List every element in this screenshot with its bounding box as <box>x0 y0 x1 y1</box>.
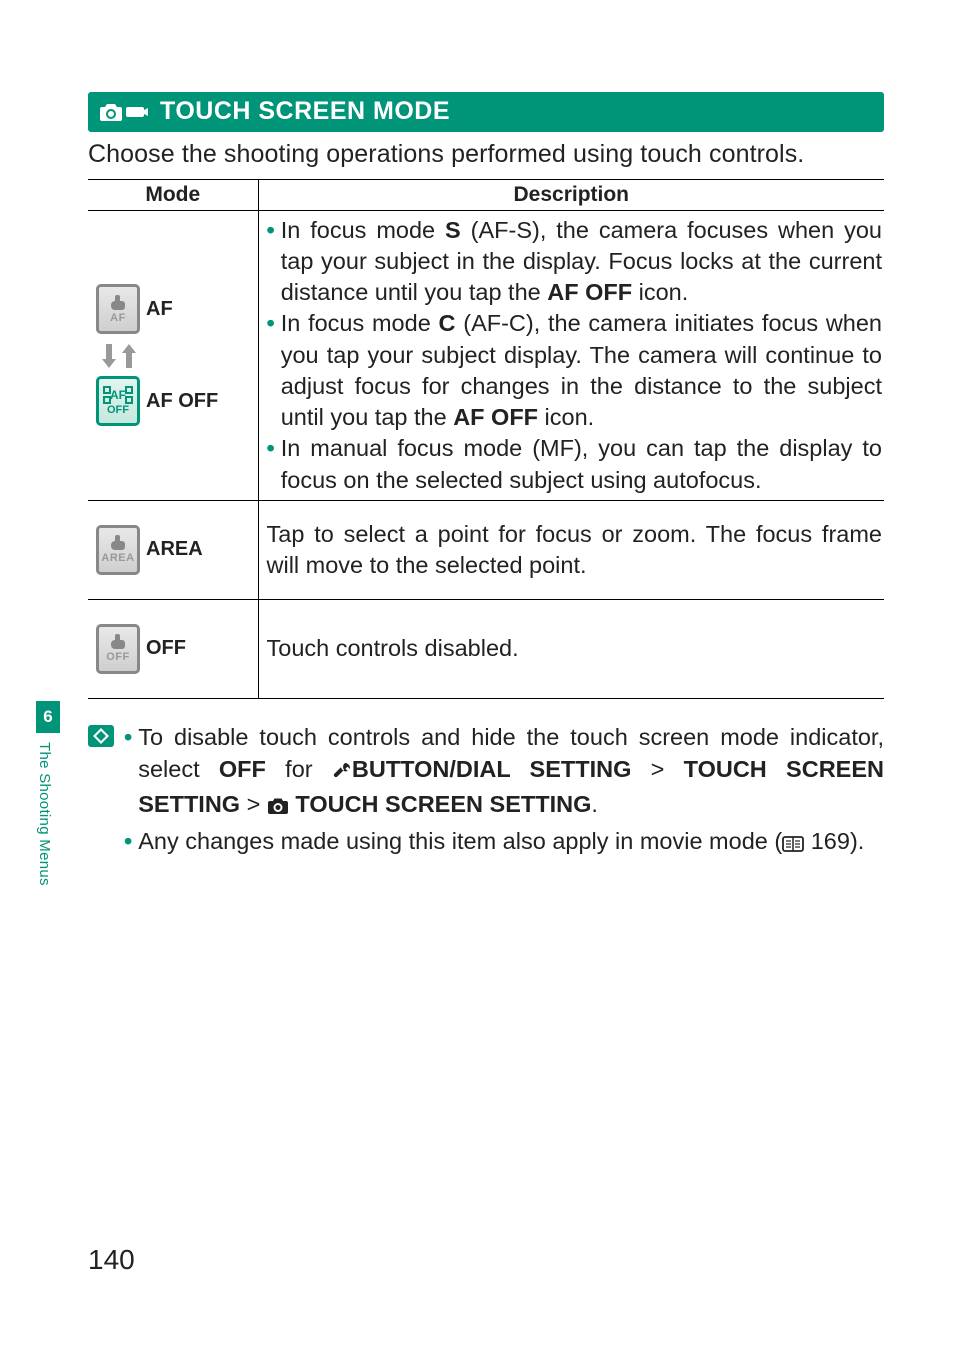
th-description: Description <box>258 179 884 210</box>
wrench-icon <box>332 755 352 787</box>
desc-cell-off: Touch controls disabled. <box>258 599 884 698</box>
table-row: AF AF AF OFF <box>88 210 884 500</box>
table-row: AREA AREA Tap to select a point for focu… <box>88 500 884 599</box>
page-number: 140 <box>88 1244 135 1276</box>
touch-af-icon: AF <box>96 284 140 334</box>
mode-table: Mode Description AF AF <box>88 179 884 699</box>
note-diamond-icon <box>88 725 114 747</box>
camera-icon <box>99 102 123 122</box>
chapter-label: The Shooting Menus <box>36 736 53 886</box>
th-mode: Mode <box>88 179 258 210</box>
desc-cell-af: •In focus mode S (AF-S), the camera focu… <box>258 210 884 500</box>
chapter-tab: 6 <box>36 701 60 733</box>
swap-arrows-icon <box>100 344 258 368</box>
section-heading: TOUCH SCREEN MODE <box>88 92 884 132</box>
desc-cell-area: Tap to select a point for focus or zoom.… <box>258 500 884 599</box>
camera-icon <box>267 791 289 823</box>
table-row: OFF OFF Touch controls disabled. <box>88 599 884 698</box>
mode-label: OFF <box>146 637 186 660</box>
mode-label: AF <box>146 298 173 321</box>
touch-afoff-icon: AF OFF <box>96 376 140 426</box>
movie-icon <box>126 102 150 122</box>
touch-area-icon: AREA <box>96 525 140 575</box>
mode-cell-area: AREA AREA <box>88 500 258 599</box>
intro-text: Choose the shooting operations performed… <box>88 138 884 171</box>
mode-cell-af: AF AF AF OFF <box>88 210 258 500</box>
notes-block: • To disable touch controls and hide the… <box>88 721 884 864</box>
heading-text: TOUCH SCREEN MODE <box>160 97 450 126</box>
mode-label: AF OFF <box>146 390 218 413</box>
mode-label: AREA <box>146 538 203 561</box>
touch-off-icon: OFF <box>96 624 140 674</box>
page-ref-icon <box>782 829 804 861</box>
heading-icons <box>99 102 150 122</box>
mode-cell-off: OFF OFF <box>88 599 258 698</box>
